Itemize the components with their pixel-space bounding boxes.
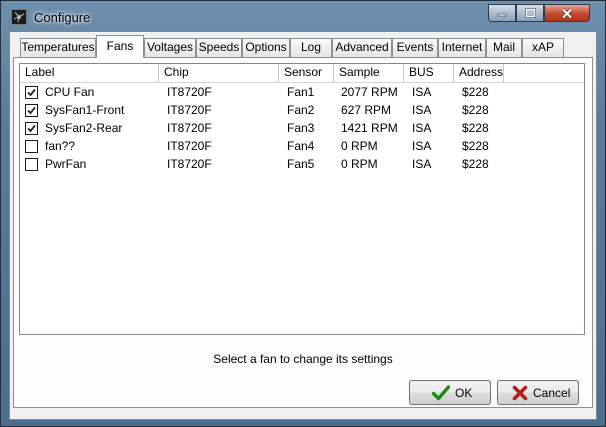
- checkmark-icon: [27, 124, 36, 133]
- table-row[interactable]: SysFan2-Rear IT8720F Fan3 1421 RPM ISA $…: [20, 119, 584, 137]
- tab-advanced[interactable]: Advanced: [332, 38, 392, 57]
- dialog-body: Temperatures Fans Voltages Speeds Option…: [9, 31, 597, 420]
- tab-internet[interactable]: Internet: [438, 38, 486, 57]
- fans-panel: Label Chip Sensor Sample BUS Address CPU…: [13, 57, 593, 408]
- fan-enable-checkbox[interactable]: [25, 158, 38, 171]
- cell-sensor: Fan3: [287, 121, 315, 135]
- cell-sensor: Fan2: [287, 103, 315, 117]
- table-row[interactable]: SysFan1-Front IT8720F Fan2 627 RPM ISA $…: [20, 101, 584, 119]
- cell-sensor: Fan4: [287, 139, 315, 153]
- fans-list[interactable]: Label Chip Sensor Sample BUS Address CPU…: [19, 63, 585, 335]
- cell-address: $228: [462, 85, 489, 99]
- cell-address: $228: [462, 139, 489, 153]
- cancel-button[interactable]: Cancel: [497, 380, 579, 405]
- tab-fans[interactable]: Fans: [96, 35, 144, 58]
- tab-events[interactable]: Events: [392, 38, 438, 57]
- cell-sample: 0 RPM: [341, 139, 378, 153]
- tab-mail[interactable]: Mail: [486, 38, 522, 57]
- maximize-button[interactable]: [516, 4, 544, 22]
- ok-button[interactable]: OK: [409, 380, 491, 405]
- cell-bus: ISA: [412, 85, 432, 99]
- speedfan-icon: [11, 9, 27, 25]
- checkmark-icon: [27, 106, 36, 115]
- cell-chip: IT8720F: [167, 85, 212, 99]
- tab-temperatures[interactable]: Temperatures: [20, 38, 96, 57]
- cell-address: $228: [462, 157, 489, 171]
- minimize-button[interactable]: [488, 4, 516, 22]
- cell-sensor: Fan1: [287, 85, 315, 99]
- fan-enable-checkbox[interactable]: [25, 140, 38, 153]
- cell-address: $228: [462, 121, 489, 135]
- cell-sensor: Fan5: [287, 157, 315, 171]
- ok-label: OK: [455, 386, 473, 400]
- tab-xap[interactable]: xAP: [522, 38, 564, 57]
- minimize-icon: [497, 13, 507, 17]
- cancel-label: Cancel: [533, 386, 571, 400]
- table-row[interactable]: fan?? IT8720F Fan4 0 RPM ISA $228: [20, 137, 584, 155]
- cell-bus: ISA: [412, 157, 432, 171]
- fan-enable-checkbox[interactable]: [25, 104, 38, 117]
- fan-enable-checkbox[interactable]: [25, 122, 38, 135]
- checkmark-icon: [27, 88, 36, 97]
- tab-log[interactable]: Log: [290, 38, 332, 57]
- cell-label: fan??: [45, 139, 76, 153]
- cell-label: SysFan1-Front: [45, 103, 125, 117]
- column-header-address[interactable]: Address: [454, 64, 504, 82]
- cell-sample: 1421 RPM: [341, 121, 398, 135]
- close-button[interactable]: [544, 4, 590, 22]
- cell-bus: ISA: [412, 103, 432, 117]
- status-text: Select a fan to change its settings: [213, 352, 393, 366]
- cell-sample: 0 RPM: [341, 157, 378, 171]
- cancel-x-icon: [512, 385, 528, 401]
- cell-sample: 2077 RPM: [341, 85, 398, 99]
- cell-label: PwrFan: [45, 157, 87, 171]
- cell-chip: IT8720F: [167, 139, 212, 153]
- title-bar[interactable]: Configure: [1, 1, 605, 31]
- maximize-icon: [524, 8, 536, 18]
- column-header-sample[interactable]: Sample: [334, 64, 404, 82]
- column-header-sensor[interactable]: Sensor: [279, 64, 334, 82]
- cell-chip: IT8720F: [167, 121, 212, 135]
- tab-speeds[interactable]: Speeds: [196, 38, 242, 57]
- close-icon: [561, 7, 573, 19]
- tab-voltages[interactable]: Voltages: [144, 38, 196, 57]
- cell-bus: ISA: [412, 139, 432, 153]
- cell-sample: 627 RPM: [341, 103, 392, 117]
- table-row[interactable]: PwrFan IT8720F Fan5 0 RPM ISA $228: [20, 155, 584, 173]
- cell-bus: ISA: [412, 121, 432, 135]
- cell-chip: IT8720F: [167, 157, 212, 171]
- fan-enable-checkbox[interactable]: [25, 86, 38, 99]
- configure-window: Configure Temperatures Fans Voltages Spe…: [0, 0, 606, 427]
- column-header-chip[interactable]: Chip: [159, 64, 279, 82]
- cell-chip: IT8720F: [167, 103, 212, 117]
- table-row[interactable]: CPU Fan IT8720F Fan1 2077 RPM ISA $228: [20, 83, 584, 101]
- tab-options[interactable]: Options: [242, 38, 290, 57]
- column-header-bus[interactable]: BUS: [404, 64, 454, 82]
- column-header-label[interactable]: Label: [20, 64, 159, 82]
- window-title: Configure: [34, 10, 91, 25]
- checkmark-icon: [432, 385, 450, 401]
- cell-address: $228: [462, 103, 489, 117]
- cell-label: CPU Fan: [45, 85, 95, 99]
- list-header: Label Chip Sensor Sample BUS Address: [20, 64, 584, 83]
- cell-label: SysFan2-Rear: [45, 121, 123, 135]
